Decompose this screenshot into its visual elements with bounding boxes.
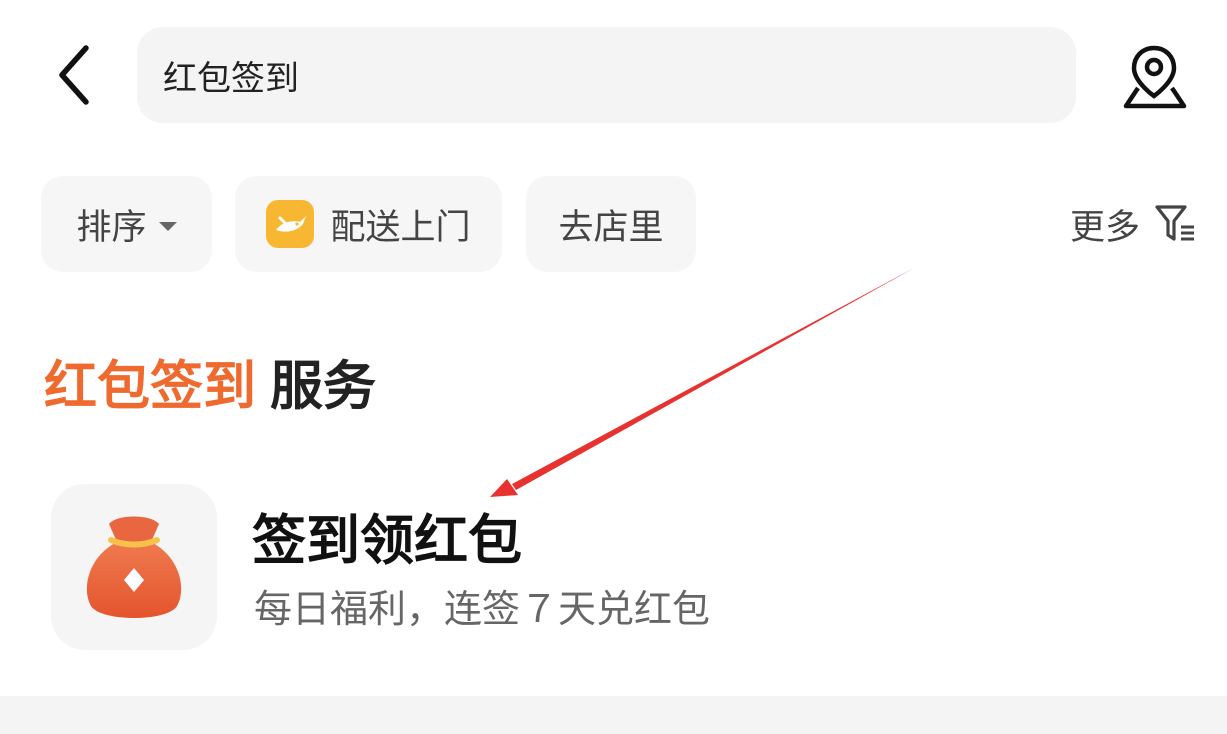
caret-down-icon: [158, 221, 177, 231]
service-icon: [51, 484, 217, 650]
sort-chip[interactable]: 排序: [41, 176, 212, 272]
delivery-rabbit-icon: [266, 200, 315, 248]
location-button[interactable]: [1120, 44, 1190, 110]
delivery-chip[interactable]: 配送上门: [235, 176, 502, 272]
filter-funnel-icon: [1155, 205, 1195, 241]
service-description: 每日福利，连签７天兑红包: [254, 587, 711, 631]
money-bag-icon: [86, 516, 182, 618]
section-suffix: 服务: [270, 356, 376, 417]
service-card-checkin[interactable]: 签到领红包 每日福利，连签７天兑红包: [0, 470, 1227, 670]
service-name: 签到领红包: [252, 509, 522, 572]
store-label: 去店里: [558, 207, 664, 248]
section-divider: [0, 696, 1227, 734]
sort-label: 排序: [76, 207, 147, 248]
location-pin-icon: [1123, 45, 1187, 109]
search-input[interactable]: [163, 27, 1043, 123]
section-keyword: 红包签到: [44, 356, 256, 417]
more-label: 更多: [1070, 207, 1141, 248]
store-chip[interactable]: 去店里: [526, 176, 696, 272]
back-button[interactable]: [50, 40, 110, 110]
chevron-left-icon: [59, 45, 89, 105]
more-filters-button[interactable]: 更多: [1070, 176, 1198, 272]
top-bar: [0, 0, 1227, 150]
delivery-label: 配送上门: [330, 207, 471, 248]
search-box[interactable]: [137, 27, 1076, 123]
filter-bar: 排序 配送上门 去店里 更多: [0, 176, 1227, 274]
section-title: 红包签到 服务: [44, 344, 376, 420]
